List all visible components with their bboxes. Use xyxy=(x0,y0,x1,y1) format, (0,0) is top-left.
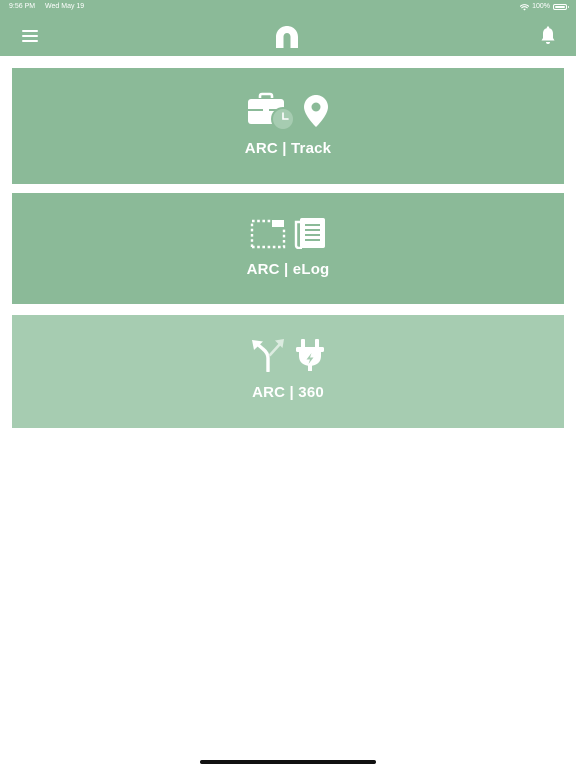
tile-label: ARC | 360 xyxy=(252,384,324,401)
app-header: 9:56 PM Wed May 19 100% xyxy=(0,0,576,56)
dashed-folder-icon xyxy=(250,219,286,249)
split-arrows-icon xyxy=(252,339,284,372)
arc-logo xyxy=(273,24,303,50)
briefcase-clock-icon xyxy=(248,92,295,130)
battery-icon xyxy=(553,4,569,10)
arc-elog-tile[interactable]: ARC | eLog xyxy=(12,193,564,304)
status-time: 9:56 PM xyxy=(9,3,36,10)
arc-logo-icon xyxy=(276,26,298,48)
tile-icons xyxy=(12,215,564,251)
tile-icons xyxy=(12,92,564,130)
menu-button[interactable] xyxy=(17,24,43,48)
arc-track-tile[interactable]: ARC | Track xyxy=(12,68,564,184)
hamburger-icon xyxy=(22,30,38,42)
status-right: 100% xyxy=(520,0,569,14)
status-bar: 9:56 PM Wed May 19 100% xyxy=(0,0,576,14)
status-left: 9:56 PM Wed May 19 xyxy=(9,0,84,14)
tile-label: ARC | eLog xyxy=(246,261,330,278)
battery-fill xyxy=(555,6,565,8)
power-plug-icon xyxy=(296,339,324,371)
wifi-icon xyxy=(520,3,530,10)
arc-360-tile[interactable]: ARC | 360 xyxy=(12,315,564,428)
notifications-button[interactable] xyxy=(536,24,560,48)
battery-percentage: 100% xyxy=(532,3,550,10)
tile-icons xyxy=(12,337,564,373)
location-pin-icon xyxy=(304,95,328,127)
document-icon xyxy=(294,218,325,249)
bell-icon xyxy=(541,26,555,44)
status-date: Wed May 19 xyxy=(45,3,85,10)
home-indicator[interactable] xyxy=(200,760,376,764)
tile-label: ARC | Track xyxy=(244,140,332,157)
